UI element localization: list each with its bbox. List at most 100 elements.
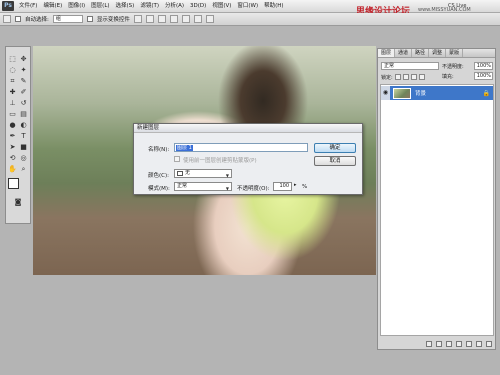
marquee-tool-icon[interactable]: ⬚ bbox=[8, 55, 17, 64]
cancel-button[interactable]: 取消 bbox=[314, 156, 356, 166]
chevron-down-icon: ▼ bbox=[225, 186, 229, 191]
3d-camera-icon[interactable]: ◎ bbox=[19, 154, 28, 163]
pen-tool-icon[interactable]: ✒ bbox=[8, 132, 17, 141]
ok-button[interactable]: 确定 bbox=[314, 143, 356, 153]
layers-footer bbox=[378, 339, 495, 349]
new-layer-icon[interactable] bbox=[476, 341, 482, 347]
visibility-eye-icon[interactable]: ◉ bbox=[381, 86, 390, 100]
cs-live-button[interactable]: CS Live bbox=[448, 2, 486, 11]
new-group-icon[interactable] bbox=[466, 341, 472, 347]
tab-masks[interactable]: 蒙版 bbox=[446, 49, 464, 57]
mode-dropdown[interactable]: 正常 ▼ bbox=[174, 182, 232, 191]
blur-tool-icon[interactable]: ● bbox=[8, 121, 17, 130]
lock-pixels-icon[interactable] bbox=[402, 74, 409, 80]
lock-transparency-icon[interactable] bbox=[394, 74, 401, 80]
opacity-unit: % bbox=[302, 184, 308, 190]
trash-icon[interactable] bbox=[486, 341, 492, 347]
fill-label: 填充: bbox=[442, 74, 454, 80]
options-bar: 自动选择: 组 显示变换控件 bbox=[0, 13, 500, 26]
auto-select-checkbox[interactable] bbox=[15, 16, 21, 22]
color-dropdown[interactable]: 无 ▼ bbox=[174, 169, 232, 178]
show-transform-checkbox[interactable] bbox=[86, 16, 93, 22]
menu-image[interactable]: 图像(I) bbox=[65, 0, 88, 13]
type-tool-icon[interactable]: T bbox=[19, 132, 28, 141]
zoom-tool-icon[interactable]: ⌕ bbox=[19, 165, 28, 174]
move-icon[interactable]: ✥ bbox=[19, 55, 28, 64]
dodge-tool-icon[interactable]: ◐ bbox=[19, 121, 28, 130]
tab-paths[interactable]: 路径 bbox=[412, 49, 430, 57]
stamp-tool-icon[interactable]: ⊥ bbox=[8, 99, 17, 108]
opacity-label: 不透明度(O): bbox=[237, 186, 270, 192]
eraser-icon[interactable]: ▭ bbox=[8, 110, 17, 119]
eyedropper-icon[interactable]: ✎ bbox=[19, 77, 28, 86]
opacity-input[interactable]: 100 bbox=[273, 182, 292, 191]
menu-3d[interactable]: 3D(D) bbox=[187, 0, 209, 13]
align-middle-icon[interactable] bbox=[145, 15, 154, 23]
layer-opacity-input[interactable]: 100% bbox=[474, 62, 493, 70]
new-layer-dialog: 新建图层 名称(N): 图层 1 使用前一图层创建剪贴蒙版(P) 颜色(C): … bbox=[133, 123, 363, 195]
layer-opacity-label: 不透明度: bbox=[442, 64, 464, 70]
hand-tool-icon[interactable]: ✋ bbox=[8, 165, 17, 174]
tab-layers[interactable]: 图层 bbox=[378, 49, 396, 57]
add-mask-icon[interactable] bbox=[446, 341, 452, 347]
align-left-icon[interactable] bbox=[169, 15, 178, 23]
link-layers-icon[interactable] bbox=[426, 341, 432, 347]
menu-window[interactable]: 窗口(W) bbox=[234, 0, 261, 13]
lasso-tool-icon[interactable]: ◌ bbox=[8, 66, 17, 75]
align-center-icon[interactable] bbox=[181, 15, 190, 23]
lock-icon: 🔒 bbox=[482, 89, 490, 97]
tab-channels[interactable]: 通道 bbox=[395, 49, 413, 57]
layer-name: 背景 bbox=[415, 91, 427, 97]
path-select-icon[interactable]: ➤ bbox=[8, 143, 17, 152]
opacity-slider-arrow-icon[interactable]: ▸ bbox=[294, 182, 297, 188]
menu-analysis[interactable]: 分析(A) bbox=[162, 0, 187, 13]
menu-layer[interactable]: 图层(L) bbox=[88, 0, 112, 13]
quick-mask-icon[interactable]: ◙ bbox=[14, 198, 23, 207]
brush-tool-icon[interactable]: ✐ bbox=[19, 88, 28, 97]
move-tool-icon[interactable] bbox=[3, 15, 11, 23]
clipping-mask-label: 使用前一图层创建剪贴蒙版(P) bbox=[183, 158, 257, 164]
layer-style-icon[interactable] bbox=[436, 341, 442, 347]
adjustment-layer-icon[interactable] bbox=[456, 341, 462, 347]
lock-position-icon[interactable] bbox=[410, 74, 417, 80]
magic-wand-icon[interactable]: ✦ bbox=[19, 66, 28, 75]
auto-select-label: 自动选择: bbox=[25, 17, 49, 23]
auto-select-dropdown[interactable]: 组 bbox=[52, 15, 83, 23]
menu-filter[interactable]: 滤镜(T) bbox=[137, 0, 162, 13]
mode-value: 正常 bbox=[177, 183, 188, 189]
align-right-icon[interactable] bbox=[193, 15, 202, 23]
menu-file[interactable]: 文件(F) bbox=[16, 0, 40, 13]
shape-tool-icon[interactable]: ■ bbox=[19, 143, 28, 152]
menu-select[interactable]: 选择(S) bbox=[113, 0, 138, 13]
menu-help[interactable]: 帮助(H) bbox=[261, 0, 286, 13]
menu-bar: 文件(F) 编辑(E) 图像(I) 图层(L) 选择(S) 滤镜(T) 分析(A… bbox=[16, 0, 287, 13]
foreground-color[interactable] bbox=[8, 178, 19, 189]
tab-adjustments[interactable]: 调整 bbox=[429, 49, 447, 57]
menu-view[interactable]: 视图(V) bbox=[209, 0, 234, 13]
align-bottom-icon[interactable] bbox=[157, 15, 166, 23]
healing-brush-icon[interactable]: ✚ bbox=[8, 88, 17, 97]
dialog-title[interactable]: 新建图层 bbox=[134, 124, 362, 133]
color-swatch bbox=[177, 171, 183, 176]
show-transform-label: 显示变换控件 bbox=[96, 17, 130, 23]
align-top-icon[interactable] bbox=[133, 15, 142, 23]
fill-input[interactable]: 100% bbox=[474, 72, 493, 80]
3d-rotate-icon[interactable]: ⟲ bbox=[8, 154, 17, 163]
mode-label: 模式(M): bbox=[148, 186, 170, 192]
application-bar: Ps 文件(F) 编辑(E) 图像(I) 图层(L) 选择(S) 滤镜(T) 分… bbox=[0, 0, 500, 17]
history-brush-icon[interactable]: ↺ bbox=[19, 99, 28, 108]
lock-all-icon[interactable] bbox=[418, 74, 425, 80]
color-label: 颜色(C): bbox=[148, 173, 169, 179]
layer-row-background[interactable]: ◉ 背景 🔒 bbox=[381, 86, 493, 100]
layer-name-value: 图层 1 bbox=[176, 145, 193, 151]
layer-thumbnail bbox=[393, 87, 411, 99]
blend-mode-dropdown[interactable]: 正常 bbox=[381, 62, 439, 70]
menu-edit[interactable]: 编辑(E) bbox=[40, 0, 65, 13]
crop-tool-icon[interactable]: ⌗ bbox=[8, 77, 17, 86]
clipping-mask-checkbox[interactable] bbox=[174, 156, 180, 162]
color-swatches[interactable] bbox=[8, 178, 28, 196]
toolbox: ⬚ ✥ ◌ ✦ ⌗ ✎ ✚ ✐ ⊥ ↺ ▭ ▤ ● ◐ ✒ T ➤ ■ ⟲ ◎ ✋ ⌕ ◙ bbox=[5, 46, 31, 224]
gradient-tool-icon[interactable]: ▤ bbox=[19, 110, 28, 119]
layer-name-input[interactable]: 图层 1 bbox=[174, 143, 308, 152]
distribute-icon[interactable] bbox=[205, 15, 214, 23]
